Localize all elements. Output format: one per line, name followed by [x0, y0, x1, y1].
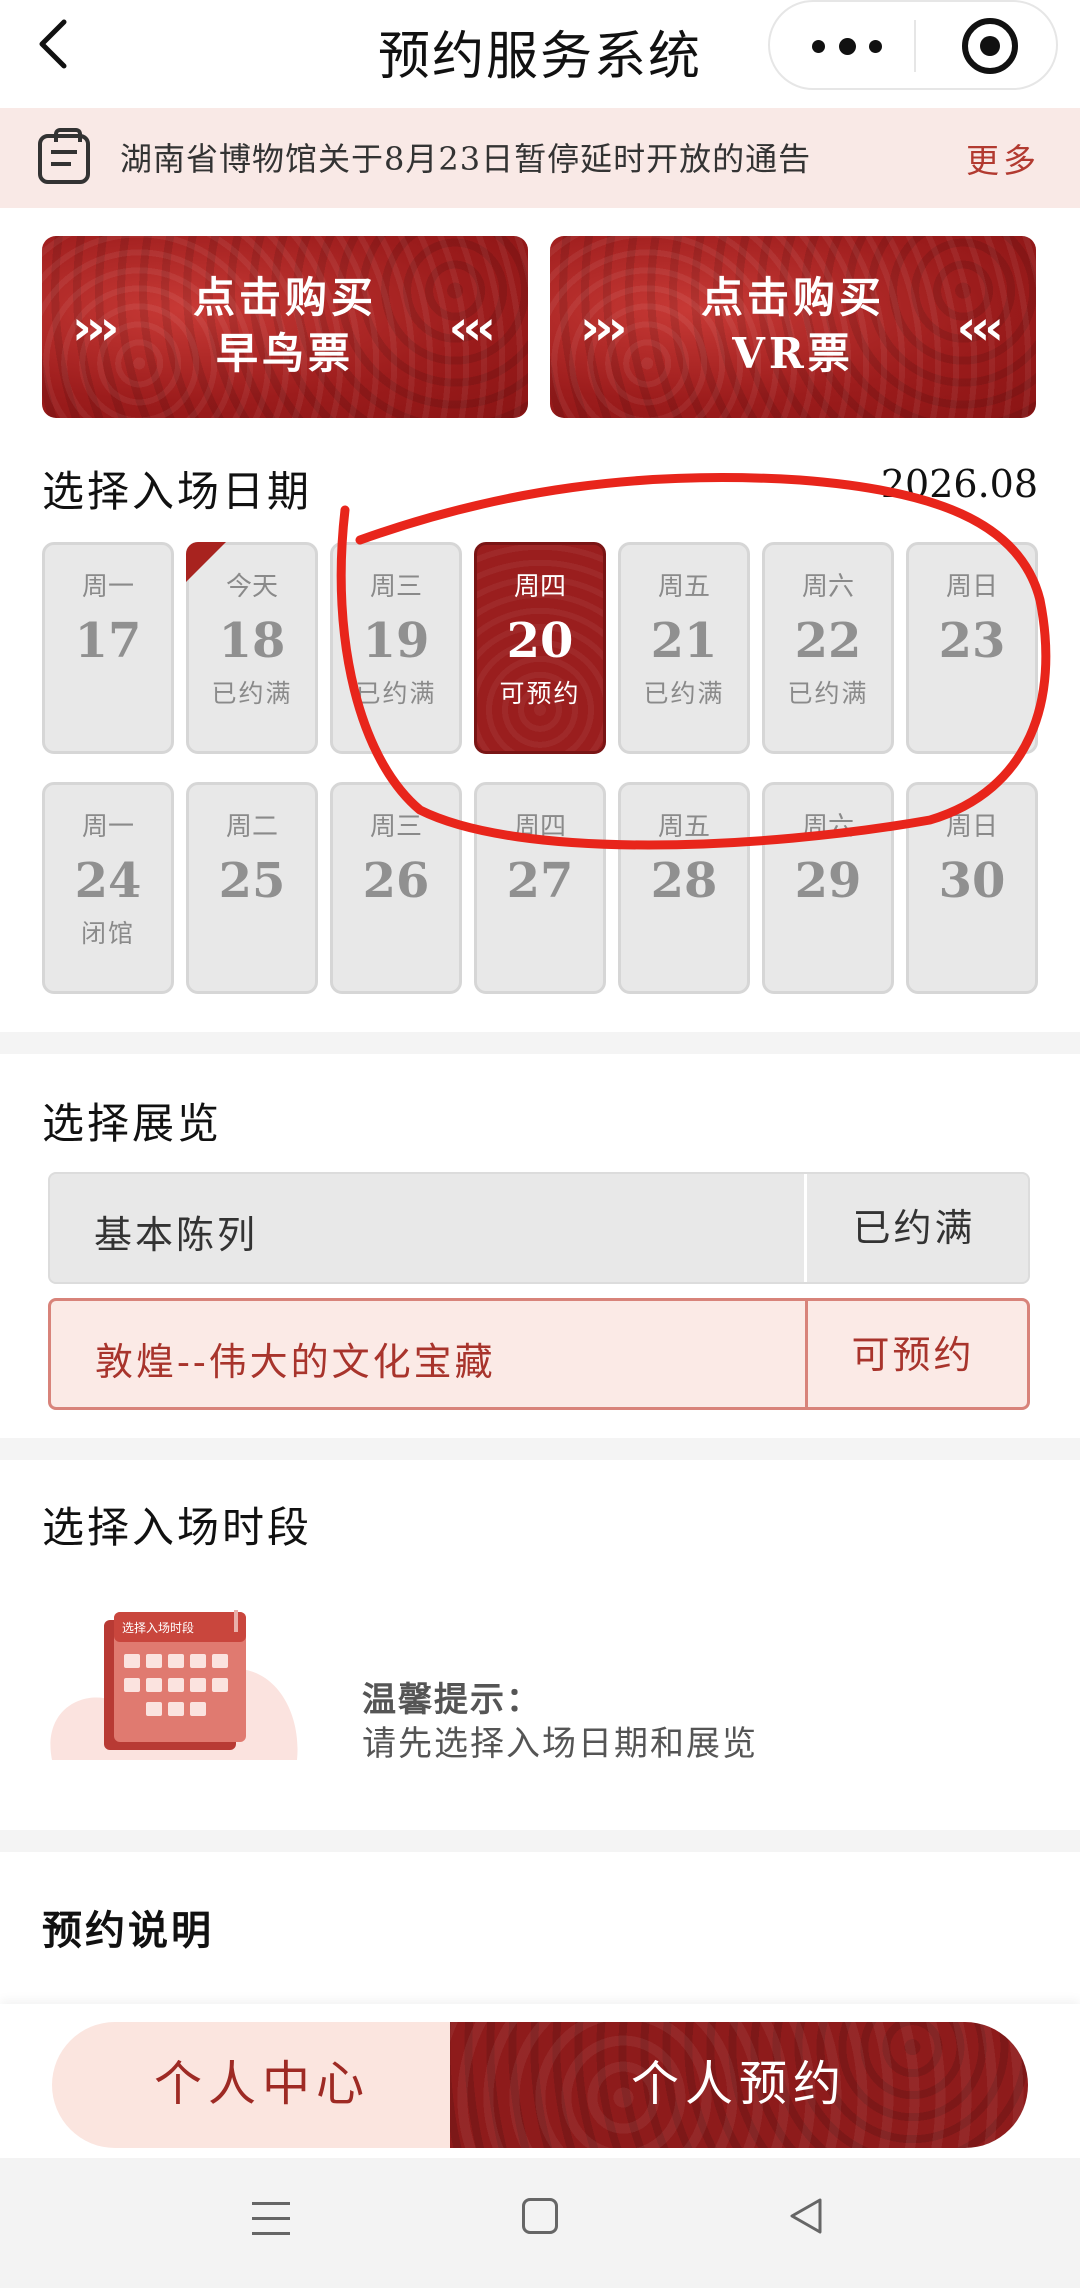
- weekday-label: 周二: [225, 812, 278, 842]
- calendar-day-17[interactable]: 周一 17: [42, 542, 174, 754]
- weekday-label: 周六: [801, 812, 854, 842]
- day-number: 21: [650, 613, 718, 669]
- weekday-label: 周三: [369, 812, 422, 842]
- personal-center-button[interactable]: 个人中心: [52, 2022, 472, 2148]
- day-number: 25: [218, 853, 286, 909]
- early-bird-ticket-banner[interactable]: ››› ‹‹‹ 点击购买 早鸟票: [42, 236, 528, 418]
- day-number: 18: [218, 613, 286, 669]
- section-divider: [0, 1032, 1080, 1054]
- illustration-caption: 选择入场时段: [122, 1620, 194, 1635]
- exhibition-status: 已约满: [852, 1206, 976, 1250]
- exhibition-option-basic[interactable]: 基本陈列 已约满: [48, 1172, 1030, 1284]
- close-miniapp-icon[interactable]: [962, 18, 1018, 74]
- calendar-day-22[interactable]: 周六 22 已约满: [762, 542, 894, 754]
- notice-bar[interactable]: 湖南省博物馆关于8月23日暂停延时开放的通告 更多: [0, 108, 1080, 208]
- weekday-label: 周四: [513, 572, 566, 602]
- weekday-label: 周六: [801, 572, 854, 602]
- banner-line1: 点击购买: [700, 273, 885, 322]
- calendar-day-26[interactable]: 周三 26: [330, 782, 462, 994]
- announcement-icon: [38, 128, 90, 184]
- calendar-day-30[interactable]: 周日 30: [906, 782, 1038, 994]
- more-options-icon[interactable]: [812, 24, 882, 68]
- date-section-title: 选择入场日期: [42, 467, 313, 516]
- calendar-illustration-icon: 选择入场时段: [42, 1590, 302, 1760]
- bottom-action-bar: 个人中心 个人预约: [0, 2004, 1080, 2158]
- calendar-day-25[interactable]: 周二 25: [186, 782, 318, 994]
- day-status: 已约满: [355, 679, 437, 708]
- weekday-label: 周五: [657, 572, 710, 602]
- day-number: 26: [362, 853, 430, 909]
- calendar-day-19[interactable]: 周三 19 已约满: [330, 542, 462, 754]
- hint-text: 请先选择入场日期和展览: [362, 1724, 758, 1764]
- booking-notes-title: 预约说明: [42, 1907, 214, 1954]
- personal-booking-button[interactable]: 个人预约: [450, 2022, 1028, 2148]
- vr-ticket-banner[interactable]: ››› ‹‹‹ 点击购买 VR票: [550, 236, 1036, 418]
- day-number: 30: [938, 853, 1006, 909]
- capsule-divider: [914, 20, 916, 72]
- section-divider: [0, 1438, 1080, 1460]
- current-month: 2026.08: [880, 462, 1038, 506]
- exhibition-name: 敦煌--伟大的文化宝藏: [95, 1340, 496, 1384]
- home-icon[interactable]: [522, 2198, 558, 2234]
- exhibition-status: 可预约: [851, 1333, 975, 1377]
- day-status: 已约满: [787, 679, 869, 708]
- day-status: 闭馆: [80, 919, 135, 948]
- day-number: 24: [74, 853, 142, 909]
- calendar-day-20[interactable]: 周四 20 可预约: [474, 542, 606, 754]
- weekday-label: 周三: [369, 572, 422, 602]
- notice-text[interactable]: 湖南省博物馆关于8月23日暂停延时开放的通告: [120, 134, 811, 180]
- section-divider: [0, 1830, 1080, 1852]
- banner-line2: 早鸟票: [215, 329, 354, 378]
- back-triangle-icon[interactable]: [786, 2196, 826, 2236]
- calendar-day-28[interactable]: 周五 28: [618, 782, 750, 994]
- top-app-bar: 预约服务系统: [0, 0, 1080, 108]
- day-number: 23: [938, 613, 1006, 669]
- calendar-day-29[interactable]: 周六 29: [762, 782, 894, 994]
- weekday-label: 周五: [657, 812, 710, 842]
- miniapp-capsule: [768, 0, 1058, 90]
- weekday-label: 周日: [945, 572, 998, 602]
- calendar-day-27[interactable]: 周四 27: [474, 782, 606, 994]
- day-number: 20: [506, 613, 574, 669]
- weekday-label: 周一: [81, 572, 134, 602]
- day-number: 19: [362, 613, 430, 669]
- calendar-day-18[interactable]: 今天 18 已约满: [186, 542, 318, 754]
- day-status: 已约满: [211, 679, 293, 708]
- calendar-day-24[interactable]: 周一 24 闭馆: [42, 782, 174, 994]
- weekday-label: 今天: [225, 572, 278, 602]
- banner-line1: 点击购买: [192, 273, 377, 322]
- day-number: 22: [794, 613, 862, 669]
- weekday-label: 周日: [945, 812, 998, 842]
- banner-line2: VR票: [732, 329, 854, 378]
- hint-title: 温馨提示：: [362, 1680, 542, 1720]
- day-number: 28: [650, 853, 718, 909]
- day-status: 已约满: [643, 679, 725, 708]
- day-number: 27: [506, 853, 574, 909]
- weekday-label: 周一: [81, 812, 134, 842]
- calendar-day-21[interactable]: 周五 21 已约满: [618, 542, 750, 754]
- exhibition-option-dunhuang[interactable]: 敦煌--伟大的文化宝藏 可预约: [48, 1298, 1030, 1410]
- day-status: 可预约: [499, 679, 581, 708]
- system-nav-bar: [0, 2158, 1080, 2288]
- notice-more-link[interactable]: 更多: [966, 134, 1040, 182]
- timeslot-section-title: 选择入场时段: [42, 1503, 313, 1552]
- menu-icon[interactable]: [252, 2202, 290, 2236]
- day-number: 17: [74, 613, 142, 669]
- day-number: 29: [794, 853, 862, 909]
- exhibition-section-title: 选择展览: [42, 1099, 223, 1148]
- weekday-label: 周四: [513, 812, 566, 842]
- personal-booking-label: 个人预约: [630, 2056, 847, 2112]
- exhibition-name: 基本陈列: [94, 1213, 259, 1257]
- calendar-day-23[interactable]: 周日 23: [906, 542, 1038, 754]
